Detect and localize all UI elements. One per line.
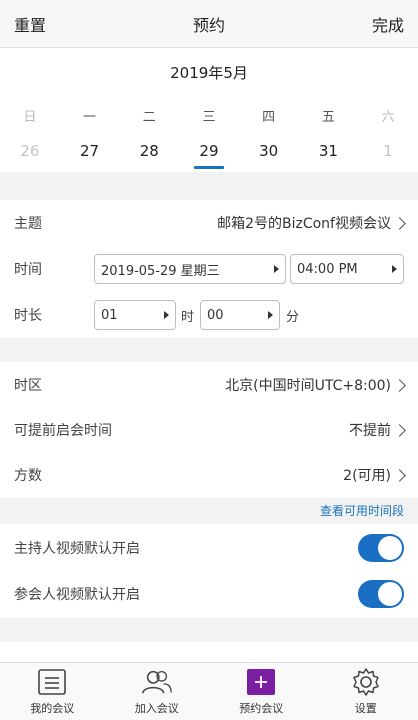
participant-video-row: 参会人视频默认开启 bbox=[0, 571, 418, 617]
date-picker-value: 2019-05-29 星期三 bbox=[101, 263, 220, 279]
meeting-details-section: 主题 邮箱2号的BizConf视频会议 时间 2019-05-29 星期三 04… bbox=[0, 200, 418, 338]
caret-right-icon bbox=[164, 311, 169, 319]
tab-join-meeting[interactable]: 加入会议 bbox=[105, 663, 210, 720]
caret-right-icon bbox=[268, 311, 273, 319]
calendar-days-row: 26 27 28 29 30 31 1 bbox=[0, 142, 418, 169]
host-video-label: 主持人视频默认开启 bbox=[14, 541, 140, 557]
timezone-label: 时区 bbox=[14, 378, 42, 394]
timezone-value[interactable]: 北京(中国时间UTC+8:00) bbox=[225, 375, 406, 395]
early-start-value[interactable]: 不提前 bbox=[349, 420, 406, 440]
people-icon bbox=[141, 667, 173, 697]
chevron-right-icon bbox=[393, 216, 406, 230]
date-picker[interactable]: 2019-05-29 星期三 bbox=[94, 254, 286, 284]
calendar-day[interactable]: 26 bbox=[0, 142, 60, 160]
reset-button[interactable]: 重置 bbox=[14, 12, 46, 36]
calendar-day[interactable]: 28 bbox=[119, 142, 179, 160]
minutes-unit-label: 分 bbox=[286, 310, 300, 325]
timezone-row[interactable]: 时区 北京(中国时间UTC+8:00) bbox=[0, 362, 418, 408]
parties-value-text: 2(可用) bbox=[343, 468, 391, 484]
chevron-right-icon bbox=[393, 378, 406, 392]
calendar-month-label: 2019年5月 bbox=[170, 64, 248, 82]
tab-schedule-meeting-label: 预约会议 bbox=[239, 702, 284, 715]
list-icon bbox=[36, 667, 68, 697]
calendar-day[interactable]: 31 bbox=[299, 142, 359, 160]
weekday-wed: 三 bbox=[202, 110, 216, 125]
next-section-partial bbox=[0, 642, 418, 662]
tab-my-meetings-label: 我的会议 bbox=[30, 702, 75, 715]
tab-settings-label: 设置 bbox=[354, 702, 377, 715]
weekday-header-row: 日 一 二 三 四 五 六 bbox=[0, 106, 418, 125]
calendar-day[interactable]: 30 bbox=[239, 142, 299, 160]
caret-right-icon bbox=[274, 265, 279, 273]
topic-value[interactable]: 邮箱2号的BizConf视频会议 bbox=[217, 213, 406, 233]
weekday-fri: 五 bbox=[321, 110, 335, 125]
hours-picker[interactable]: 01 bbox=[94, 300, 176, 330]
video-defaults-section: 主持人视频默认开启 参会人视频默认开启 bbox=[0, 524, 418, 618]
minutes-picker[interactable]: 00 bbox=[200, 300, 280, 330]
weekday-thu: 四 bbox=[262, 110, 276, 125]
time-picker-value: 04:00 PM bbox=[297, 261, 358, 277]
topic-row[interactable]: 主题 邮箱2号的BizConf视频会议 bbox=[0, 200, 418, 246]
done-button[interactable]: 完成 bbox=[372, 12, 404, 36]
caret-right-icon bbox=[392, 265, 397, 273]
toggle-knob bbox=[378, 536, 402, 560]
weekday-sat: 六 bbox=[381, 110, 395, 125]
hours-unit-label: 时 bbox=[181, 310, 195, 325]
time-picker[interactable]: 04:00 PM bbox=[290, 254, 404, 284]
participant-video-label: 参会人视频默认开启 bbox=[14, 587, 140, 603]
timezone-value-text: 北京(中国时间UTC+8:00) bbox=[225, 378, 391, 394]
duration-label: 时长 bbox=[14, 308, 42, 324]
topic-label: 主题 bbox=[14, 216, 42, 232]
hours-picker-value: 01 bbox=[101, 307, 118, 323]
parties-value[interactable]: 2(可用) bbox=[343, 465, 406, 485]
host-video-toggle[interactable] bbox=[358, 534, 404, 562]
weekday-mon: 一 bbox=[83, 110, 97, 125]
parties-row[interactable]: 方数 2(可用) bbox=[0, 452, 418, 498]
week-calendar: 2019年5月 日 一 二 三 四 五 六 26 27 28 29 30 31 … bbox=[0, 48, 418, 172]
time-label: 时间 bbox=[14, 262, 42, 278]
chevron-right-icon bbox=[393, 423, 406, 437]
chevron-right-icon bbox=[393, 468, 406, 482]
gear-icon bbox=[350, 667, 382, 697]
calendar-day[interactable]: 1 bbox=[358, 142, 418, 160]
view-available-slots-row: 查看可用时间段 bbox=[0, 498, 418, 524]
toggle-knob bbox=[378, 582, 402, 606]
bottom-tab-bar: 我的会议 加入会议 预约会议 设置 bbox=[0, 662, 418, 720]
top-navigation-bar: 重置 预约 完成 bbox=[0, 0, 418, 48]
calendar-day-selected[interactable]: 29 bbox=[179, 142, 239, 169]
weekday-sun: 日 bbox=[23, 110, 37, 125]
calendar-day[interactable]: 27 bbox=[60, 142, 120, 160]
tab-settings[interactable]: 设置 bbox=[314, 663, 418, 720]
meeting-settings-section: 时区 北京(中国时间UTC+8:00) 可提前启会时间 不提前 方数 2(可用) bbox=[0, 362, 418, 498]
page-title: 预约 bbox=[192, 15, 225, 35]
early-start-row[interactable]: 可提前启会时间 不提前 bbox=[0, 407, 418, 453]
topic-value-text: 邮箱2号的BizConf视频会议 bbox=[217, 216, 391, 232]
plus-square-icon bbox=[245, 667, 277, 697]
participant-video-toggle[interactable] bbox=[358, 580, 404, 608]
early-start-value-text: 不提前 bbox=[349, 423, 391, 439]
tab-join-meeting-label: 加入会议 bbox=[134, 702, 179, 715]
early-start-label: 可提前启会时间 bbox=[14, 423, 112, 439]
minutes-picker-value: 00 bbox=[207, 307, 224, 323]
host-video-row: 主持人视频默认开启 bbox=[0, 525, 418, 571]
parties-label: 方数 bbox=[14, 468, 42, 484]
weekday-tue: 二 bbox=[142, 110, 156, 125]
tab-schedule-meeting[interactable]: 预约会议 bbox=[209, 663, 314, 720]
tab-my-meetings[interactable]: 我的会议 bbox=[0, 663, 105, 720]
view-available-slots-link[interactable]: 查看可用时间段 bbox=[320, 504, 404, 518]
